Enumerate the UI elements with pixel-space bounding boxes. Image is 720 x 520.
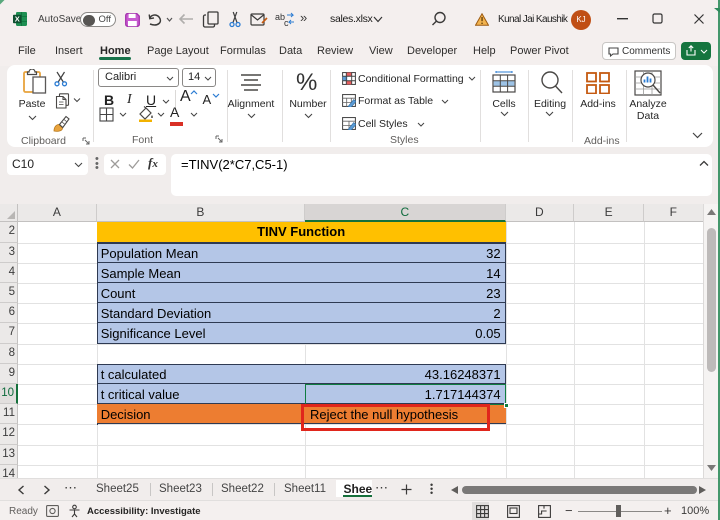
svg-text:X: X <box>15 14 20 23</box>
svg-text:c: c <box>284 18 289 28</box>
